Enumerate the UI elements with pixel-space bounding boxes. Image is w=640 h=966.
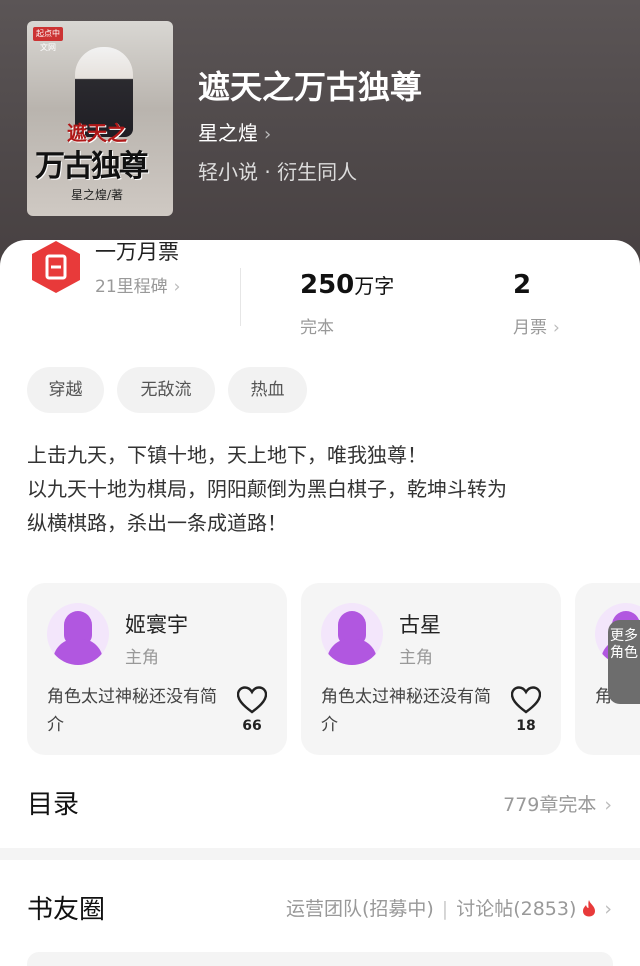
character-card[interactable]: 古星 主角 角色太过神秘还没有简介 18 (301, 583, 561, 755)
cover-badge: 起点中文网 (33, 27, 63, 52)
section-divider (0, 848, 640, 860)
milestone-link[interactable]: 21里程碑 › (95, 272, 180, 297)
character-card[interactable]: 姬寰宇 主角 角色太过神秘还没有简介 66 (27, 583, 287, 755)
character-description: 角色太过神秘还没有简介 (321, 687, 491, 735)
monthly-votes-link[interactable]: 月票 › (513, 313, 560, 338)
character-name: 古星 (399, 613, 441, 637)
synopsis-line: 上击九天，下镇十地，天上地下，唯我独尊！ (27, 443, 427, 467)
book-genre: 轻小说 · 衍生同人 (198, 160, 358, 184)
chevron-right-icon: › (604, 794, 612, 816)
character-role: 主角 (125, 648, 159, 668)
character-role: 主角 (399, 648, 433, 668)
cover-author-credit: 星之煌/著 (71, 188, 124, 202)
toc-link[interactable]: 779章完本 › (503, 790, 612, 817)
synopsis-line: 以九天十地为棋局，阴阳颠倒为黑白棋子，乾坤斗转为 (27, 477, 507, 501)
character-avatar (321, 603, 383, 665)
cover-title-line2: 万古独尊 (35, 149, 149, 184)
completion-status: 完本 (300, 318, 334, 338)
synopsis-line: 纵横棋路，杀出一条成道路！ (27, 511, 287, 535)
character-avatar (47, 603, 109, 665)
discussion-posts: 讨论帖(2853) (456, 898, 577, 920)
book-synopsis: 上击九天，下镇十地，天上地下，唯我独尊！ 以九天十地为棋局，阴阳颠倒为黑白棋子，… (27, 438, 617, 540)
chapter-count: 779章完本 (503, 794, 597, 816)
character-name: 姬寰宇 (125, 613, 188, 637)
operations-team: 运营团队(招募中) (285, 898, 434, 920)
like-count: 66 (242, 718, 262, 734)
heart-icon[interactable] (237, 686, 267, 714)
reader-circle-link[interactable]: 运营团队(招募中) | 讨论帖(2853) › (286, 894, 612, 921)
word-count-number: 250 (300, 270, 355, 300)
word-count: 250万字 (300, 270, 394, 300)
author-link[interactable]: 星之煌 › (198, 117, 271, 146)
toc-title[interactable]: 目录 (27, 784, 79, 821)
ticket-title: 一万月票 (95, 240, 179, 264)
monthly-ticket-icon (32, 241, 80, 293)
author-name: 星之煌 (198, 121, 258, 145)
tag-chip[interactable]: 无敌流 (117, 367, 215, 413)
chevron-right-icon: › (264, 124, 272, 145)
separator: | (441, 898, 449, 920)
monthly-votes-label: 月票 (513, 318, 547, 338)
tag-chip[interactable]: 穿越 (27, 367, 104, 413)
tag-chip[interactable]: 热血 (228, 367, 307, 413)
monthly-votes-count: 2 (513, 270, 532, 300)
chevron-right-icon: › (553, 318, 560, 338)
book-title: 遮天之万古独尊 (198, 68, 423, 106)
book-cover[interactable]: 起点中文网 遮天之 万古独尊 星之煌/著 (27, 21, 173, 216)
reader-circle-title[interactable]: 书友圈 (27, 889, 105, 926)
more-characters-button[interactable]: 更多角色 (608, 620, 640, 704)
fire-icon (583, 900, 596, 917)
word-count-unit: 万字 (354, 274, 395, 298)
stats-divider (240, 268, 241, 326)
like-count: 18 (516, 718, 536, 734)
chevron-right-icon: › (173, 277, 181, 297)
chevron-right-icon: › (604, 898, 612, 920)
heart-icon[interactable] (511, 686, 541, 714)
post-preview-card[interactable] (27, 952, 613, 966)
character-description: 角色太过神秘还没有简介 (47, 687, 217, 735)
milestone-label: 21里程碑 (95, 277, 168, 297)
